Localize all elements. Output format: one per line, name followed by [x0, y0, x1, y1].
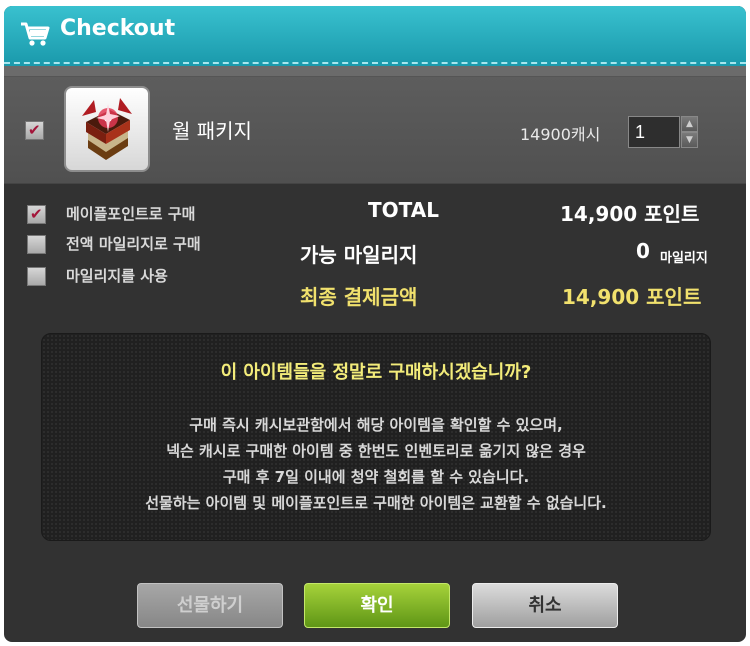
confirmation-panel: 이 아이템들을 정말로 구매하시겠습니까? 구매 즉시 캐시보관함에서 해당 아… — [41, 333, 711, 541]
cart-item-row: ✔ 월 패키지 14900캐시 ▲ ▼ — [4, 77, 746, 184]
shopping-cart-icon — [21, 22, 50, 46]
quantity-down-button[interactable]: ▼ — [681, 132, 698, 148]
item-thumbnail — [64, 86, 150, 172]
gift-button[interactable]: 선물하기 — [137, 583, 283, 628]
checkmark-icon: ✔ — [28, 121, 41, 139]
final-amount-label: 최종 결제금액 — [300, 285, 418, 309]
cancel-button[interactable]: 취소 — [472, 583, 618, 628]
notice-line: 선물하는 아이템 및 메이플포인트로 구매한 아이템은 교환할 수 없습니다. — [145, 494, 607, 512]
quantity-up-button[interactable]: ▲ — [681, 116, 698, 132]
confirm-button[interactable]: 확인 — [304, 583, 450, 628]
item-checkbox[interactable]: ✔ — [25, 121, 44, 140]
option-label-full-mileage: 전액 마일리지로 구매 — [66, 235, 201, 253]
title-divider — [4, 62, 746, 64]
option-label-maple-points: 메이플포인트로 구매 — [66, 205, 196, 223]
notice-line: 구매 후 7일 이내에 청약 철회를 할 수 있습니다. — [222, 468, 530, 486]
mileage-value: 0 — [636, 239, 650, 263]
final-amount-value: 14,900 포인트 — [562, 285, 702, 309]
total-value: 14,900 포인트 — [560, 202, 700, 226]
option-label-use-mileage: 마일리지를 사용 — [66, 267, 168, 285]
checkout-window: Checkout ✔ 월 패키지 14900캐시 ▲ ▼ ✔ 메이플포인트로 구… — [4, 6, 746, 642]
option-checkbox-full-mileage[interactable] — [27, 235, 46, 254]
quantity-input[interactable] — [628, 116, 680, 148]
notice-line: 구매 즉시 캐시보관함에서 해당 아이템을 확인할 수 있으며, — [189, 416, 563, 434]
header-strip — [4, 66, 746, 77]
arrow-up-icon: ▲ — [686, 119, 693, 129]
total-label: TOTAL — [368, 198, 439, 222]
item-name: 월 패키지 — [172, 119, 252, 143]
option-checkbox-maple-points[interactable]: ✔ — [27, 205, 46, 224]
arrow-down-icon: ▼ — [686, 135, 693, 145]
mileage-label: 가능 마일리지 — [300, 243, 418, 267]
window-title: Checkout — [60, 16, 176, 41]
option-checkbox-use-mileage[interactable] — [27, 267, 46, 286]
checkmark-icon: ✔ — [30, 205, 43, 223]
title-bar: Checkout — [4, 6, 746, 66]
notice-line: 넥슨 캐시로 구매한 아이템 중 한번도 인벤토리로 옮기지 않은 경우 — [166, 442, 586, 460]
confirmation-question: 이 아이템들을 정말로 구매하시겠습니까? — [220, 362, 532, 383]
item-price: 14900캐시 — [520, 125, 601, 144]
book-item-icon — [82, 98, 132, 160]
mileage-unit: 마일리지 — [660, 251, 708, 266]
